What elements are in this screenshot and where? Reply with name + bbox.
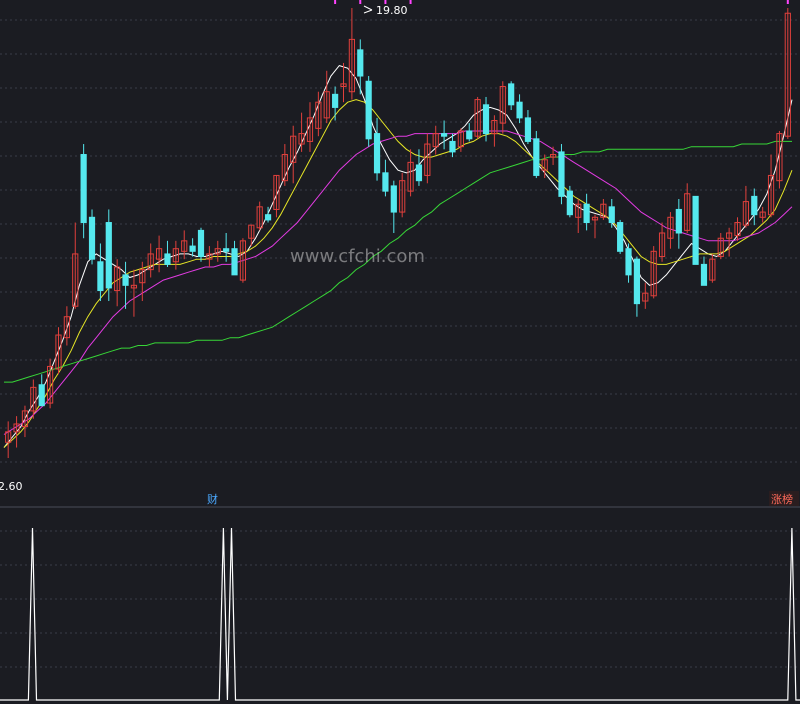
candle-body-down [164,253,171,265]
candle-body-down [189,245,196,252]
candle-body-down [223,248,230,252]
candle-body-down [80,154,87,224]
candle-body-down [516,101,523,119]
candle-body-down [675,208,682,234]
badge-cai[interactable]: 财 [207,492,218,506]
candle-body-down [197,229,205,258]
candle-body-down [373,133,381,174]
candle-body-down [332,93,339,108]
stock-chart: www.cfchi.com 19.80 2.60 财 涨榜 [0,0,800,704]
candle-body-down [751,195,758,216]
candle-body-down [264,214,272,221]
candle [88,209,96,265]
watermark-text: www.cfchi.com [290,246,425,267]
candle-body-down [533,138,540,176]
badge-zhangbang[interactable]: 涨榜 [771,492,793,506]
candle-body-down [482,104,490,135]
candle [365,76,372,147]
low-price-label: 2.60 [0,480,23,493]
candle-body-down [365,80,372,140]
candle-body-down [357,49,364,77]
candle-body-down [466,130,473,140]
candle [558,144,565,205]
candle-body-down [390,185,397,213]
candle-body-down [38,384,45,407]
candle [692,195,699,265]
candle-body-down [382,172,389,192]
candle [197,227,205,262]
candle-body-down [88,216,96,260]
candle-body-down [625,248,632,276]
candle-body-down [122,274,129,286]
candle-body-down [97,261,104,292]
candle-body-down [608,206,615,224]
candle-body-down [105,222,112,289]
candle-body-down [633,258,641,305]
candle-body-down [415,164,423,182]
candle-body-down [583,203,590,224]
candle-body-down [508,83,515,106]
candle-body-down [566,190,573,216]
candle-body-down [617,222,624,252]
candle-body-down [524,117,532,142]
candle-body-down [231,248,238,276]
candle-body-down [692,195,699,265]
high-price-label: 19.80 [376,4,408,17]
candle-body-down [700,263,708,286]
candle [105,209,112,302]
candle-body-down [449,140,456,153]
candle-body-down [441,133,448,137]
chart-background [0,0,800,704]
candle-body-down [558,151,565,197]
candle [617,219,624,254]
